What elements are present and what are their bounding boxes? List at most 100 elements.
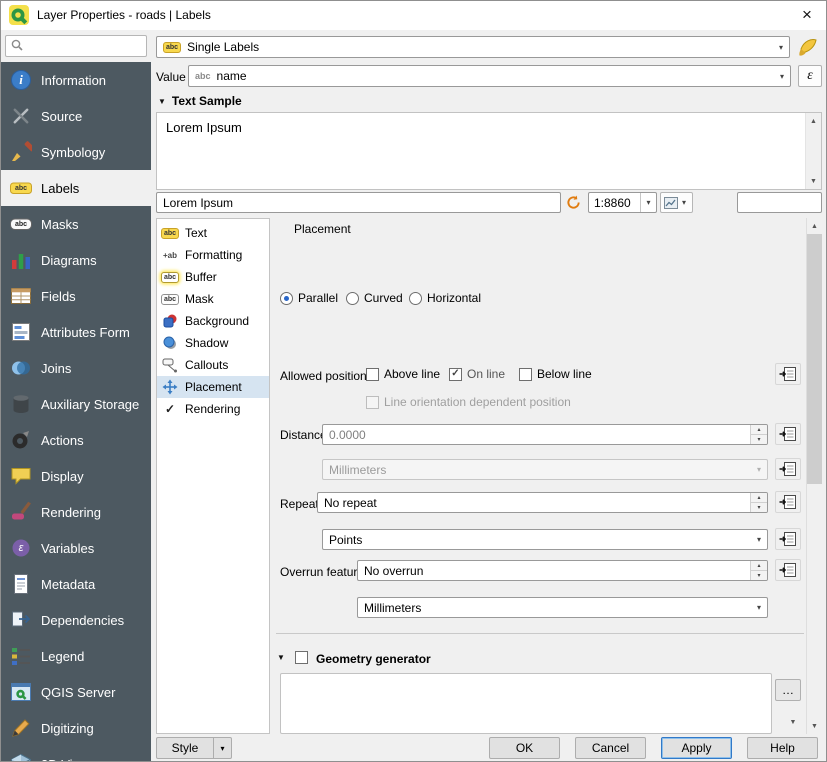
spin-up-icon[interactable]: ▴ bbox=[751, 425, 767, 435]
ok-button[interactable]: OK bbox=[489, 737, 560, 759]
sidebar-item-rendering[interactable]: Rendering bbox=[0, 494, 151, 530]
sidebar-item-symbology[interactable]: Symbology bbox=[0, 134, 151, 170]
sidebar-item-masks[interactable]: abc Masks bbox=[0, 206, 151, 242]
style-menu-button[interactable]: Style ▾ bbox=[156, 737, 232, 759]
distance-input[interactable]: 0.0000 ▴ ▾ bbox=[322, 424, 768, 445]
text-sample-preview[interactable]: Lorem Ipsum ▲ ▼ bbox=[156, 112, 822, 190]
digitizing-icon bbox=[10, 717, 32, 739]
geometry-generator-checkbox[interactable] bbox=[295, 651, 308, 664]
sidebar-item-legend[interactable]: Legend bbox=[0, 638, 151, 674]
tab-rendering[interactable]: ✓ Rendering bbox=[157, 398, 269, 420]
overrun-unit-value: Millimeters bbox=[364, 601, 421, 615]
tab-shadow[interactable]: Shadow bbox=[157, 332, 269, 354]
sidebar: i Information Source Symbology abc Label… bbox=[0, 62, 151, 762]
sidebar-item-joins[interactable]: Joins bbox=[0, 350, 151, 386]
fields-icon bbox=[10, 285, 32, 307]
source-icon bbox=[10, 105, 32, 127]
spin-up-icon[interactable]: ▴ bbox=[751, 561, 767, 571]
repeat-input[interactable]: No repeat ▴ ▾ bbox=[317, 492, 768, 513]
panel-scrollbar[interactable]: ▲ ▼ bbox=[806, 218, 822, 734]
label-mode-select[interactable]: abc Single Labels ▾ bbox=[156, 36, 790, 58]
distance-unit-select[interactable]: Millimeters ▾ bbox=[322, 459, 768, 480]
dd-repeat-unit-button[interactable] bbox=[775, 528, 801, 550]
labels-icon: abc bbox=[10, 177, 32, 199]
sidebar-item-dependencies[interactable]: Dependencies bbox=[0, 602, 151, 638]
data-defined-icon bbox=[779, 366, 797, 382]
scroll-up-icon[interactable]: ▲ bbox=[807, 218, 822, 234]
geometry-expression-button[interactable]: … bbox=[775, 679, 801, 701]
text-sample-title: Text Sample bbox=[172, 94, 242, 108]
dd-distance-unit-button[interactable] bbox=[775, 458, 801, 480]
tab-callouts[interactable]: Callouts bbox=[157, 354, 269, 376]
sidebar-item-qgis-server[interactable]: QGIS Server bbox=[0, 674, 151, 710]
search-input[interactable] bbox=[5, 35, 147, 57]
dd-overrun-button[interactable] bbox=[775, 559, 801, 581]
tab-background[interactable]: Background bbox=[157, 310, 269, 332]
sidebar-item-source[interactable]: Source bbox=[0, 98, 151, 134]
sidebar-item-labels[interactable]: abc Labels bbox=[0, 170, 151, 206]
sidebar-item-display[interactable]: Display bbox=[0, 458, 151, 494]
sidebar-item-variables[interactable]: ε Variables bbox=[0, 530, 151, 566]
preview-scrollbar[interactable]: ▲ ▼ bbox=[805, 113, 821, 189]
overrun-input[interactable]: No overrun ▴ ▾ bbox=[357, 560, 768, 581]
scroll-down-small-button[interactable]: ▼ bbox=[785, 714, 801, 730]
tab-text[interactable]: abc Text bbox=[157, 222, 269, 244]
sample-text-input[interactable]: Lorem Ipsum bbox=[156, 192, 561, 213]
dd-distance-button[interactable] bbox=[775, 423, 801, 445]
close-icon[interactable]: × bbox=[795, 3, 819, 27]
scale-combo[interactable]: 1:8860 ▾ bbox=[588, 192, 657, 213]
scroll-track[interactable] bbox=[806, 129, 821, 173]
repeat-unit-select[interactable]: Points ▾ bbox=[322, 529, 768, 550]
value-field-select[interactable]: abc name ▾ bbox=[188, 65, 791, 87]
checkbox-box bbox=[366, 396, 379, 409]
sidebar-item-information[interactable]: i Information bbox=[0, 62, 151, 98]
preview-background-swatch[interactable] bbox=[737, 192, 822, 213]
radio-parallel[interactable]: Parallel bbox=[280, 291, 338, 305]
checkbox-below-line[interactable]: Below line bbox=[519, 367, 592, 381]
cancel-button[interactable]: Cancel bbox=[575, 737, 646, 759]
spin-down-icon[interactable]: ▾ bbox=[751, 571, 767, 580]
reset-sample-button[interactable] bbox=[563, 192, 584, 213]
dd-allowed-positions-button[interactable] bbox=[775, 363, 801, 385]
chevron-down-icon: ▾ bbox=[679, 198, 689, 207]
scroll-down-icon[interactable]: ▼ bbox=[806, 173, 821, 189]
checkbox-line-orientation[interactable]: Line orientation dependent position bbox=[366, 395, 571, 409]
sidebar-item-fields[interactable]: Fields bbox=[0, 278, 151, 314]
undo-icon bbox=[566, 195, 581, 210]
scroll-up-icon[interactable]: ▲ bbox=[806, 113, 821, 129]
overrun-label: Overrun feature bbox=[280, 565, 364, 579]
text-sample-header[interactable]: ▼ Text Sample bbox=[158, 94, 242, 108]
data-defined-icon bbox=[779, 461, 797, 477]
labeling-settings-button[interactable] bbox=[794, 34, 822, 60]
sidebar-item-actions[interactable]: Actions bbox=[0, 422, 151, 458]
tab-formatting[interactable]: +ab Formatting bbox=[157, 244, 269, 266]
sidebar-item-attributes-form[interactable]: Attributes Form bbox=[0, 314, 151, 350]
sidebar-item-digitizing[interactable]: Digitizing bbox=[0, 710, 151, 746]
spin-down-icon[interactable]: ▾ bbox=[751, 503, 767, 512]
checkbox-above-line[interactable]: Above line bbox=[366, 367, 440, 381]
apply-button[interactable]: Apply bbox=[661, 737, 732, 759]
chevron-down-icon[interactable]: ▾ bbox=[640, 193, 656, 212]
radio-horizontal[interactable]: Horizontal bbox=[409, 291, 481, 305]
help-button[interactable]: Help bbox=[747, 737, 818, 759]
map-scale-button[interactable]: ▾ bbox=[660, 192, 693, 213]
tab-mask[interactable]: abc Mask bbox=[157, 288, 269, 310]
radio-curved[interactable]: Curved bbox=[346, 291, 403, 305]
scroll-track[interactable] bbox=[807, 484, 822, 718]
geometry-generator-expression[interactable] bbox=[280, 673, 772, 734]
sidebar-item-diagrams[interactable]: Diagrams bbox=[0, 242, 151, 278]
tab-buffer[interactable]: abc Buffer bbox=[157, 266, 269, 288]
expression-builder-button[interactable]: ε bbox=[798, 65, 822, 87]
scroll-thumb[interactable] bbox=[807, 234, 822, 484]
spin-up-icon[interactable]: ▴ bbox=[751, 493, 767, 503]
sidebar-item-metadata[interactable]: Metadata bbox=[0, 566, 151, 602]
dd-repeat-button[interactable] bbox=[775, 491, 801, 513]
overrun-unit-select[interactable]: Millimeters ▾ bbox=[357, 597, 768, 618]
scroll-down-icon[interactable]: ▼ bbox=[807, 718, 822, 734]
spin-down-icon[interactable]: ▾ bbox=[751, 435, 767, 444]
checkbox-on-line[interactable]: ✓ On line bbox=[449, 367, 505, 381]
sidebar-item-3d-view[interactable]: 3D View bbox=[0, 746, 151, 762]
collapse-triangle-icon[interactable]: ▼ bbox=[277, 653, 285, 662]
tab-placement[interactable]: Placement bbox=[157, 376, 269, 398]
sidebar-item-auxiliary-storage[interactable]: Auxiliary Storage bbox=[0, 386, 151, 422]
